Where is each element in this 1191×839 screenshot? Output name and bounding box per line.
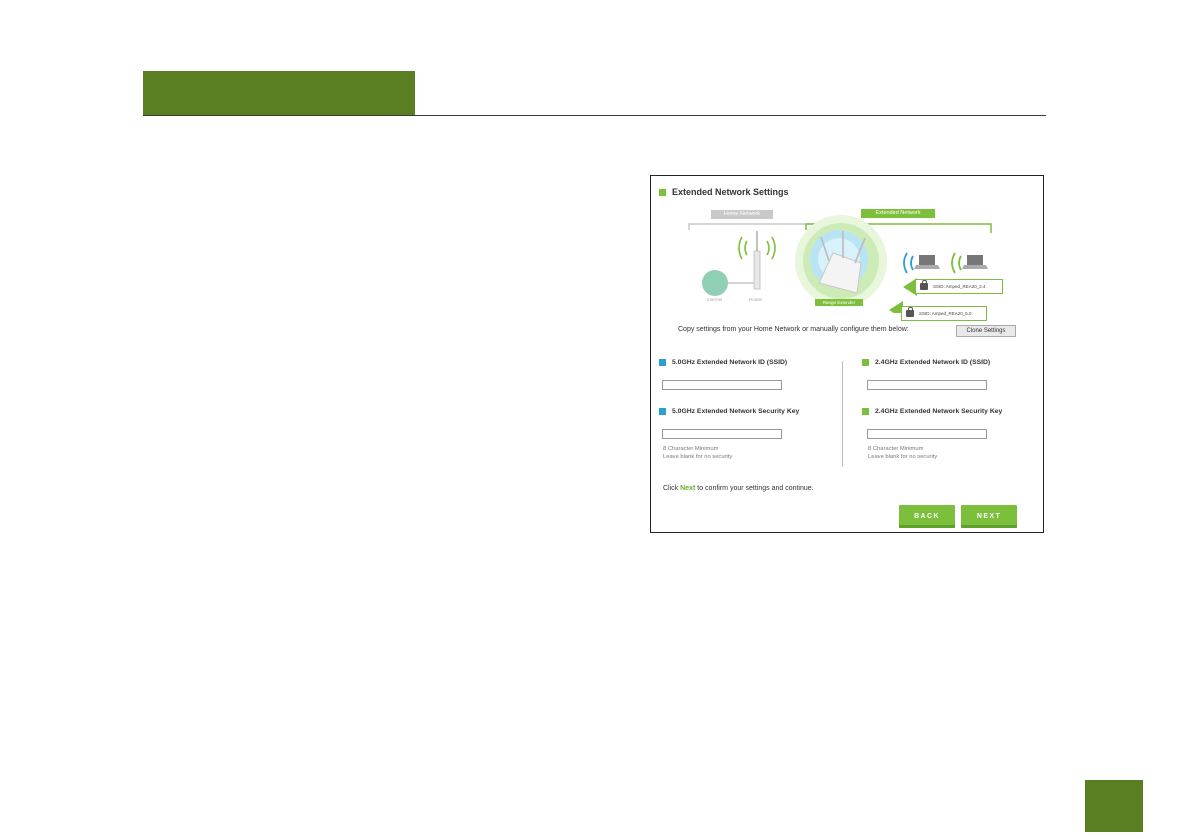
key-24-hint: 8 Character Minimum Leave blank for no s… [868,446,938,460]
ssid-24-input[interactable] [867,380,987,390]
green-square-icon [659,188,666,196]
ssid-24-tag: SSID: Amped_REA20_2.4 [915,279,1003,294]
next-button[interactable]: NEXT [961,505,1017,528]
router-label: Router [749,297,763,302]
confirm-text: Click Next to confirm your settings and … [663,485,814,492]
ssid-50-input[interactable] [662,380,782,390]
blue-square-icon [659,408,666,415]
network-diagram: Home Network Extended Network Internet R… [651,203,1043,321]
range-extender-label: Range Extender [815,299,863,306]
internet-label: Internet [707,297,723,302]
column-divider [842,361,843,467]
copy-settings-text: Copy settings from your Home Network or … [678,326,909,333]
key-24-input[interactable] [867,429,987,439]
lock-icon [920,280,928,290]
extended-network-settings-screenshot: Extended Network Settings Home Network E… [650,175,1044,533]
router-icon [753,250,761,290]
blue-square-icon [659,359,666,366]
lock-icon [906,307,914,317]
ssid-24-label: 2.4GHz Extended Network ID (SSID) [862,359,990,366]
internet-globe-icon [702,270,728,296]
extended-network-label: Extended Network [861,209,935,218]
panel-title: Extended Network Settings [659,186,789,198]
header-rule [143,115,1046,116]
key-24-label: 2.4GHz Extended Network Security Key [862,408,1002,415]
section-header-tab [143,71,415,116]
ssid-50-tag: SSID: Amped_REA20_5.0 [901,306,987,321]
laptop-icon [919,255,935,265]
page-corner-block [1085,780,1143,832]
laptop-icon [967,255,983,265]
green-square-icon [862,359,869,366]
key-50-label: 5.0GHz Extended Network Security Key [659,408,799,415]
ssid-50-label: 5.0GHz Extended Network ID (SSID) [659,359,787,366]
key-50-input[interactable] [662,429,782,439]
key-50-hint: 8 Character Minimum Leave blank for no s… [663,446,733,460]
green-square-icon [862,408,869,415]
home-network-label: Home Network [711,210,773,219]
back-button[interactable]: BACK [899,505,955,528]
clone-settings-button[interactable]: Clone Settings [956,325,1016,337]
